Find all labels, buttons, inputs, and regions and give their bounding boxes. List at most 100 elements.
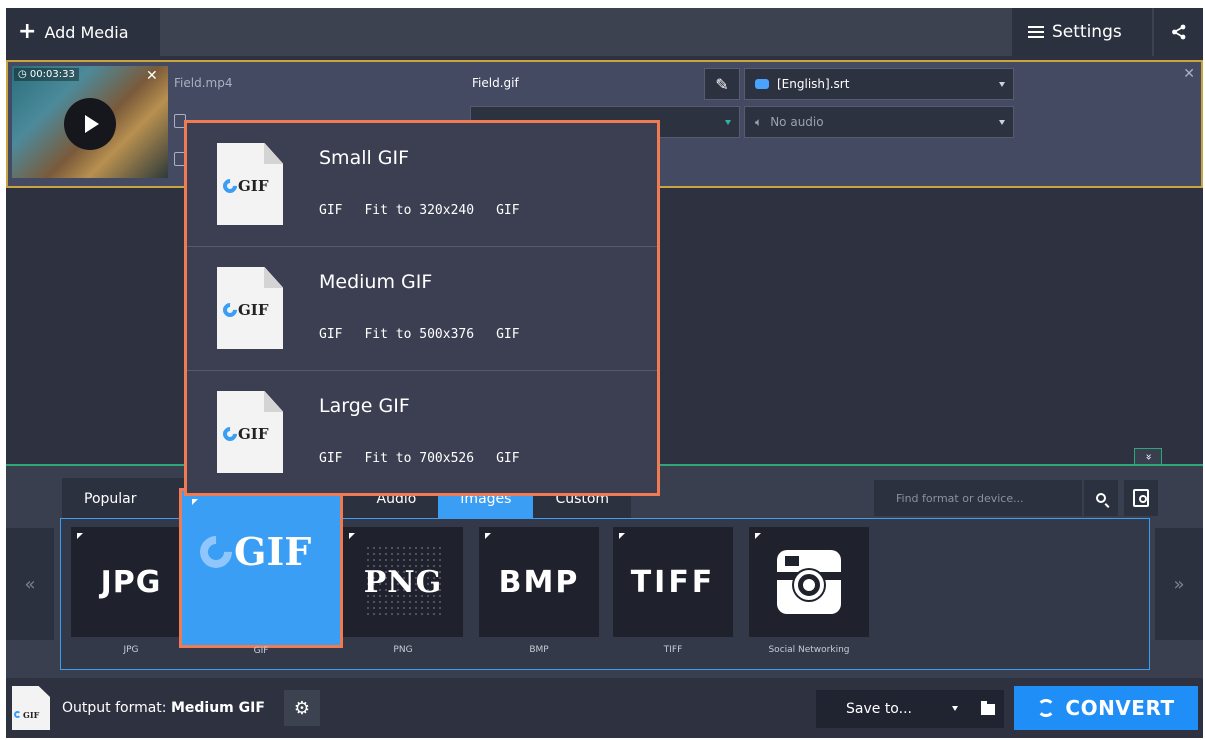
gif-file-icon: GIF [217, 267, 283, 349]
audio-value: No audio [770, 115, 824, 129]
refresh-icon [1037, 699, 1056, 717]
save-to-dropdown[interactable]: Save to... [816, 690, 972, 728]
top-toolbar: + Add Media Settings [6, 8, 1203, 56]
output-format-value: Medium GIF [170, 700, 265, 716]
gif-ring-icon [193, 528, 239, 575]
preset-codec: GIF [496, 203, 520, 218]
gif-presets-dropdown: GIF Small GIF GIF Fit to 320x240 GIF GIF… [184, 120, 660, 496]
close-icon[interactable]: ✕ [1183, 66, 1195, 82]
search-input[interactable]: Find format or device... [874, 480, 1082, 516]
convert-button[interactable]: CONVERT [1014, 686, 1198, 730]
search-button[interactable] [1084, 480, 1118, 516]
instagram-icon [777, 550, 841, 614]
corner-flag-icon [619, 533, 625, 539]
preset-name: Medium GIF [319, 271, 433, 293]
format-label: JPG [123, 645, 139, 655]
output-settings-button[interactable]: ⚙ [284, 690, 320, 726]
preset-size: Fit to 700x526 [364, 451, 475, 466]
settings-label: Settings [1052, 22, 1122, 42]
folder-icon [981, 700, 995, 715]
detect-device-button[interactable] [1124, 480, 1158, 516]
corner-flag-icon [485, 533, 491, 539]
subtitle-dropdown[interactable]: [English].srt [744, 68, 1014, 100]
preset-name: Small GIF [319, 147, 410, 169]
preset-meta: GIF Fit to 700x526 GIF [319, 451, 520, 466]
device-search-icon [1133, 489, 1149, 507]
share-button[interactable] [1154, 8, 1203, 56]
double-chevron-icon: » [1141, 453, 1155, 461]
format-card-gif[interactable]: GIF [179, 488, 343, 648]
duration-badge: ◷ 00:03:33 [14, 68, 79, 81]
preset-name: Large GIF [319, 395, 410, 417]
format-label: GIF [253, 646, 269, 656]
scroll-left-button[interactable]: « [6, 528, 54, 640]
corner-flag-icon [349, 533, 355, 539]
search-icon [1096, 493, 1106, 503]
preset-codec: GIF [496, 451, 520, 466]
plus-icon: + [18, 19, 37, 44]
subtitle-value: [English].srt [777, 77, 850, 91]
preset-format: GIF [319, 327, 343, 342]
edit-button[interactable]: ✎ [704, 68, 740, 100]
preset-small-gif[interactable]: GIF Small GIF GIF Fit to 320x240 GIF [187, 123, 657, 247]
magic-wand-icon[interactable]: ✕ [146, 68, 158, 84]
format-label: PNG [393, 645, 413, 655]
format-card-jpg[interactable]: JPG [71, 527, 191, 637]
gif-logo: GIF [193, 528, 312, 575]
open-folder-button[interactable] [972, 690, 1004, 728]
corner-flag-icon [192, 499, 198, 505]
app-window: + Add Media Settings ◷ 00:03:33 ✕ Field.… [6, 8, 1203, 738]
gif-file-icon: GIF [217, 143, 283, 225]
preset-medium-gif[interactable]: GIF Medium GIF GIF Fit to 500x376 GIF [187, 247, 657, 371]
search-placeholder: Find format or device... [896, 491, 1024, 505]
preset-size: Fit to 320x240 [364, 203, 475, 218]
convert-label: CONVERT [1065, 696, 1175, 720]
output-format-file-icon: GIF [12, 686, 50, 730]
doc-label: GIF [23, 710, 40, 720]
video-thumbnail[interactable]: ◷ 00:03:33 ✕ [12, 66, 168, 178]
subtitle-icon [755, 79, 769, 89]
chevron-down-icon [999, 82, 1005, 87]
add-media-button[interactable]: + Add Media [6, 8, 160, 56]
bmp-logo: BMP [498, 564, 580, 600]
chevron-down-icon [725, 120, 731, 125]
format-card-social[interactable] [749, 527, 869, 637]
pencil-icon: ✎ [715, 74, 729, 94]
output-filename[interactable]: Field.gif [472, 76, 519, 90]
format-label: BMP [529, 645, 549, 655]
share-icon [1171, 24, 1185, 40]
chevron-down-icon [952, 706, 958, 711]
preset-large-gif[interactable]: GIF Large GIF GIF Fit to 700x526 GIF [187, 371, 657, 495]
gif-logo-text: GIF [234, 529, 312, 574]
gear-icon: ⚙ [293, 697, 311, 719]
source-filename: Field.mp4 [174, 76, 233, 90]
tab-label: Popular [84, 491, 137, 507]
chevron-right-icon: » [1173, 573, 1185, 595]
preset-size: Fit to 500x376 [364, 327, 475, 342]
play-button[interactable] [64, 98, 116, 150]
gif-file-icon: GIF [217, 391, 283, 473]
settings-button[interactable]: Settings [1012, 8, 1152, 56]
corner-flag-icon [77, 533, 83, 539]
preset-codec: GIF [496, 327, 520, 342]
format-card-bmp[interactable]: BMP [479, 527, 599, 637]
tab-popular[interactable]: Popular [62, 478, 159, 520]
format-card-tiff[interactable]: TIFF [613, 527, 733, 637]
preset-meta: GIF Fit to 500x376 GIF [319, 327, 520, 342]
audio-dropdown[interactable]: 🔈︎ No audio [744, 106, 1014, 138]
tiff-logo: TIFF [630, 564, 716, 600]
corner-flag-icon [755, 533, 761, 539]
add-media-label: Add Media [44, 22, 129, 42]
png-logo: PNG [363, 564, 443, 600]
footer-bar: GIF Output format: Medium GIF ⚙ Save to.… [6, 678, 1203, 738]
menu-icon [1028, 26, 1044, 38]
preset-format: GIF [319, 451, 343, 466]
chevron-left-icon: « [24, 573, 36, 595]
speaker-icon: 🔈︎ [755, 114, 763, 129]
format-card-png[interactable]: PNG [343, 527, 463, 637]
output-format-prefix: Output format: [62, 700, 167, 716]
duration-text: 00:03:33 [29, 69, 75, 80]
scroll-right-button[interactable]: » [1155, 528, 1203, 640]
format-label: Social Networking [768, 645, 850, 655]
preset-format: GIF [319, 203, 343, 218]
